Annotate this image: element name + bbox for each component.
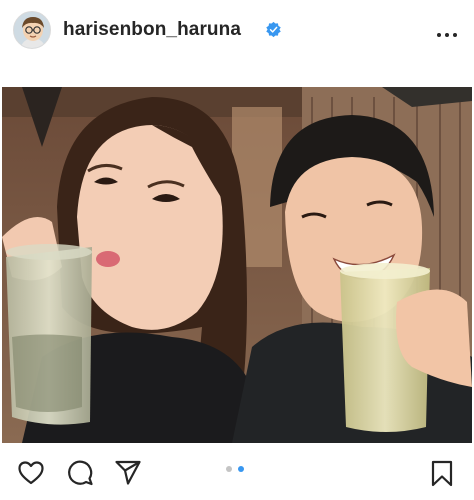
post-header: harisenbon_haruna <box>0 0 474 86</box>
avatar[interactable] <box>13 11 51 49</box>
carousel-dot <box>226 466 232 472</box>
verified-badge-icon <box>266 21 281 38</box>
post-actions <box>0 443 474 500</box>
post-photo[interactable] <box>2 87 472 443</box>
post-image <box>2 87 472 443</box>
more-options-icon[interactable] <box>436 31 458 39</box>
send-icon[interactable] <box>114 459 142 487</box>
cartoon-avatar-icon <box>14 12 50 48</box>
carousel-dot-active <box>238 466 244 472</box>
comment-icon[interactable] <box>66 459 94 487</box>
bookmark-icon[interactable] <box>428 459 456 487</box>
heart-icon[interactable] <box>17 459 45 487</box>
username[interactable]: harisenbon_haruna <box>63 19 241 41</box>
